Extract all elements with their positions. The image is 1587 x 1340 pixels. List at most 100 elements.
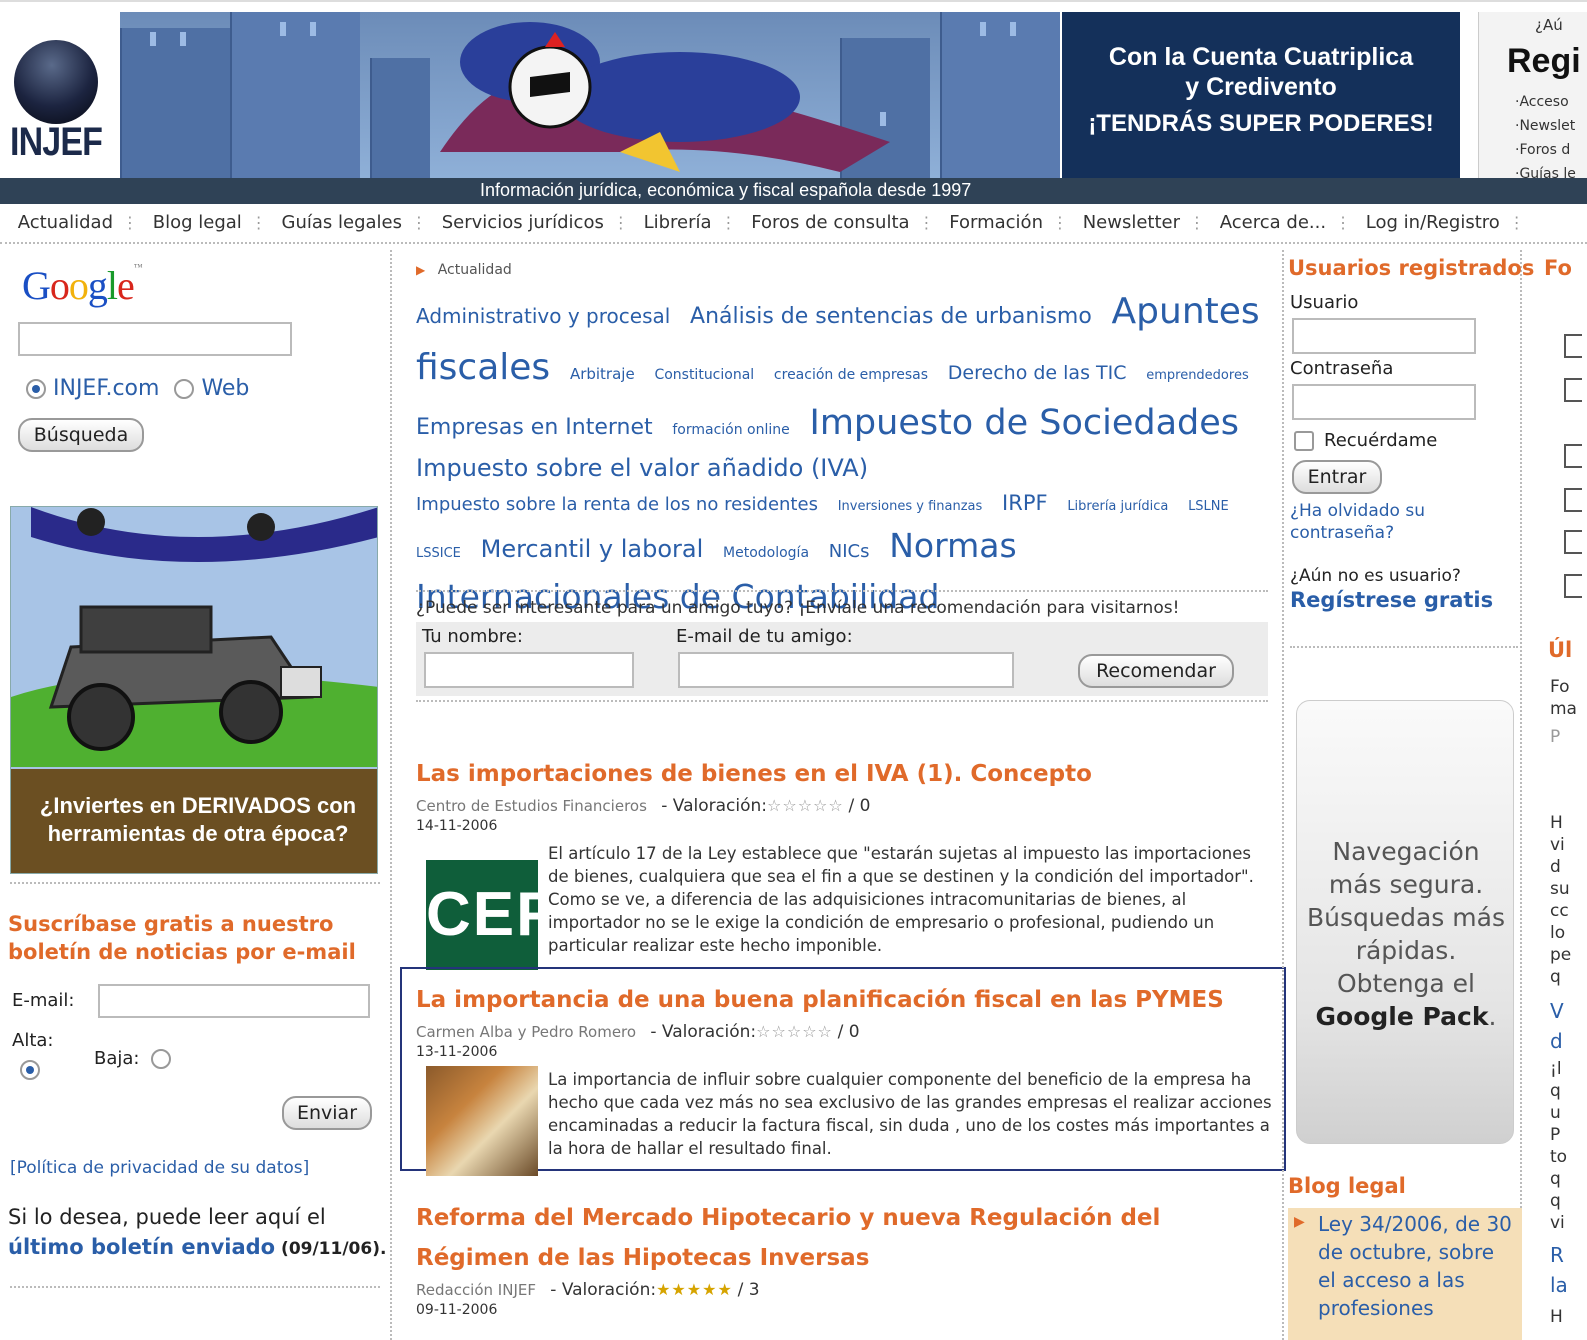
search-button[interactable]: Búsqueda <box>18 418 144 452</box>
radio-injef[interactable] <box>26 379 46 399</box>
tag-link[interactable]: Mercantil y laboral <box>481 535 704 563</box>
tag-link[interactable]: Impuesto sobre el valor añadido (IVA) <box>416 454 868 482</box>
tag-link[interactable]: Inversiones y finanzas <box>838 499 983 514</box>
last-newsletter-prefix: Si lo desea, puede leer aquí el <box>8 1205 326 1229</box>
nav-formacion[interactable]: Formación <box>949 204 1043 233</box>
recommend-prompt: ¿Puede ser interesante para un amigo tuy… <box>416 598 1180 618</box>
google-pack-text: Navegación más segura. Búsquedas más ráp… <box>1307 837 1505 1031</box>
rating-stars-icon[interactable]: ☆☆☆☆☆ <box>756 1022 833 1041</box>
form-field[interactable] <box>1564 530 1582 554</box>
nav-foros[interactable]: Foros de consulta <box>751 204 909 233</box>
form-field[interactable] <box>1564 444 1582 468</box>
tag-link[interactable]: Derecho de las TIC <box>948 362 1127 384</box>
newsletter-submit-button[interactable]: Enviar <box>282 1096 372 1130</box>
article-score: / 0 <box>837 1022 860 1042</box>
nav-actualidad[interactable]: Actualidad <box>18 204 113 233</box>
tag-link[interactable]: IRPF <box>1002 491 1048 515</box>
blog-legal-item[interactable]: ▶ Ley 34/2006, de 30 de octubre, sobre e… <box>1288 1208 1522 1340</box>
recommend-email-input[interactable] <box>678 652 1014 688</box>
register-promo-item: ·Acceso <box>1515 94 1569 110</box>
nav-blog-legal[interactable]: Blog legal <box>153 204 242 233</box>
divider <box>10 882 380 884</box>
far-right-link[interactable]: V d <box>1550 996 1564 1056</box>
tag-link[interactable]: Constitucional <box>654 367 754 383</box>
form-field[interactable] <box>1564 488 1582 512</box>
forgot-password-link[interactable]: ¿Ha olvidado su contraseña? <box>1290 500 1490 544</box>
password-input[interactable] <box>1292 384 1476 420</box>
article-score: / 0 <box>848 796 871 816</box>
newsletter-email-input[interactable] <box>98 984 370 1018</box>
foros-title: Fo <box>1544 256 1572 280</box>
nav-newsletter[interactable]: Newsletter <box>1083 204 1180 233</box>
article-title[interactable]: Reforma del Mercado Hipotecario y nueva … <box>416 1198 1256 1278</box>
tag-link[interactable]: NICs <box>829 541 870 562</box>
baja-option: Baja: <box>94 1048 172 1069</box>
article-author[interactable]: Carmen Alba y Pedro Romero <box>416 1023 636 1041</box>
privacy-link[interactable]: [Política de privacidad de su datos] <box>10 1158 309 1178</box>
nav-acerca-de[interactable]: Acerca de... <box>1220 204 1326 233</box>
tag-link[interactable]: creación de empresas <box>774 367 928 383</box>
banner-ad-image[interactable] <box>120 12 1060 178</box>
nav-servicios-juridicos[interactable]: Servicios jurídicos <box>442 204 604 233</box>
google-logo-text: Google <box>22 263 135 308</box>
rating-stars-icon[interactable]: ☆☆☆☆☆ <box>767 796 844 815</box>
login-button[interactable]: Entrar <box>1292 460 1382 494</box>
tag-link[interactable]: Análisis de sentencias de urbanismo <box>690 304 1092 329</box>
article-title[interactable]: Las importaciones de bienes en el IVA (1… <box>416 754 1276 794</box>
recommend-button[interactable]: Recomendar <box>1078 654 1234 688</box>
rating-stars-icon[interactable]: ★★★★★ <box>656 1280 733 1299</box>
derivados-ad[interactable]: ¿Inviertes en DERIVADOS con herramientas… <box>10 506 378 874</box>
ad-left-text: ¿Inviertes en DERIVADOS con herramientas… <box>39 793 357 846</box>
tag-link[interactable]: Arbitraje <box>570 365 635 383</box>
tag-link[interactable]: Impuesto sobre la renta de los no reside… <box>416 494 818 515</box>
tag-link[interactable]: Administrativo y procesal <box>416 304 670 328</box>
google-search-input[interactable] <box>18 322 292 356</box>
banner-ad-text[interactable]: Con la Cuenta Cuatriplica y Credivento ¡… <box>1062 12 1460 178</box>
main-nav: Actualidad ⋮ Blog legal ⋮ Guías legales ⋮ S… <box>0 204 1587 244</box>
last-newsletter-link[interactable]: último boletín enviado <box>8 1235 275 1259</box>
site-logo[interactable]: INJEF <box>8 32 108 172</box>
tag-link[interactable]: Librería jurídica <box>1067 499 1168 514</box>
form-field[interactable] <box>1564 574 1582 598</box>
article-author[interactable]: Redacción INJEF <box>416 1281 536 1299</box>
last-newsletter-date: (09/11/06). <box>275 1239 387 1259</box>
far-right-link[interactable]: R la <box>1550 1240 1568 1300</box>
blog-item-link[interactable]: Ley 34/2006, de 30 de octubre, sobre el … <box>1318 1210 1514 1322</box>
blog-legal-title: Blog legal <box>1288 1174 1406 1198</box>
article-rating-label: - Valoración: <box>650 1022 757 1042</box>
username-input[interactable] <box>1292 318 1476 354</box>
tag-link[interactable]: Empresas en Internet <box>416 415 653 440</box>
nav-guias-legales[interactable]: Guías legales <box>282 204 402 233</box>
article-title[interactable]: La importancia de una buena planificació… <box>416 980 1276 1020</box>
form-field[interactable] <box>1564 334 1582 358</box>
radio-web[interactable] <box>174 379 195 399</box>
google-pack-name: Google Pack <box>1315 1002 1489 1031</box>
banner-line-1: Con la Cuenta Cuatriplica <box>1108 43 1414 71</box>
nav-libreria[interactable]: Librería <box>644 204 712 233</box>
form-field[interactable] <box>1564 378 1582 402</box>
google-pack-ad[interactable]: Navegación más segura. Búsquedas más ráp… <box>1296 700 1514 1144</box>
tag-link[interactable]: LSSICE <box>416 546 461 561</box>
baja-radio[interactable] <box>151 1049 172 1069</box>
tag-link[interactable]: Metodología <box>723 545 809 561</box>
register-link[interactable]: Regístrese gratis <box>1290 588 1493 612</box>
tag-link[interactable]: emprendedores <box>1146 368 1249 383</box>
tag-link[interactable]: formación online <box>672 422 789 438</box>
recommend-name-input[interactable] <box>424 652 634 688</box>
nav-login-registro[interactable]: Log in/Registro <box>1366 204 1500 233</box>
not-user-text: ¿Aún no es usuario? <box>1290 566 1461 586</box>
divider <box>10 1286 380 1288</box>
article-thumbnail[interactable] <box>426 1066 538 1176</box>
divider <box>1290 646 1518 648</box>
tag-link[interactable]: Impuesto de Sociedades <box>810 403 1240 443</box>
tag-link[interactable]: LSLNE <box>1188 499 1229 514</box>
article-date: 14-11-2006 <box>416 818 498 834</box>
article-thumbnail[interactable]: CEF <box>426 860 538 970</box>
register-promo[interactable]: ¿Aú Regi ·Acceso ·Newslet ·Foros d ·Guía… <box>1478 12 1587 178</box>
remember-checkbox[interactable] <box>1294 431 1314 451</box>
breadcrumb-current[interactable]: Actualidad <box>438 262 512 278</box>
radio-web-label: Web <box>201 376 250 401</box>
article-summary: El artículo 17 de la Ley establece que "… <box>548 844 1254 955</box>
article-author[interactable]: Centro de Estudios Financieros <box>416 797 647 815</box>
alta-radio[interactable] <box>20 1060 40 1080</box>
